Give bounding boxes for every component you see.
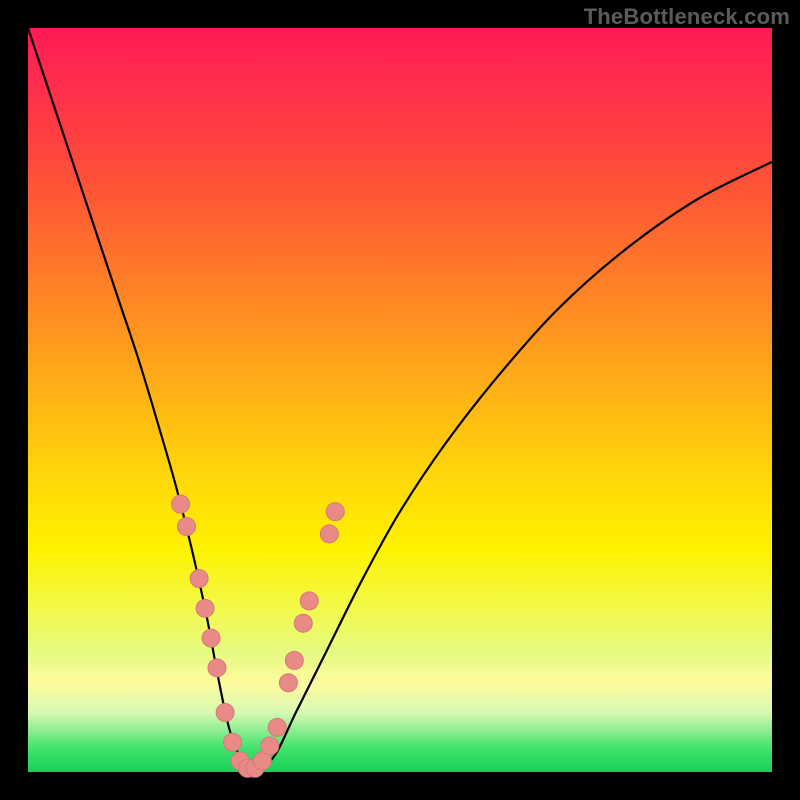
curve-marker (216, 703, 234, 721)
curve-marker (326, 503, 344, 521)
curve-marker (196, 599, 214, 617)
curve-marker (294, 614, 312, 632)
chart-frame: TheBottleneck.com (0, 0, 800, 800)
curve-markers (172, 495, 345, 777)
curve-marker (279, 674, 297, 692)
curve-marker (261, 737, 279, 755)
curve-marker (190, 570, 208, 588)
curve-marker (202, 629, 220, 647)
curve-layer (28, 28, 772, 772)
plot-area (28, 28, 772, 772)
curve-marker (320, 525, 338, 543)
bottleneck-curve (28, 28, 772, 772)
curve-marker (208, 659, 226, 677)
watermark-text: TheBottleneck.com (584, 4, 790, 30)
curve-marker (177, 517, 195, 535)
curve-marker (268, 718, 286, 736)
curve-marker (224, 733, 242, 751)
curve-marker (300, 592, 318, 610)
curve-marker (285, 651, 303, 669)
curve-marker (172, 495, 190, 513)
